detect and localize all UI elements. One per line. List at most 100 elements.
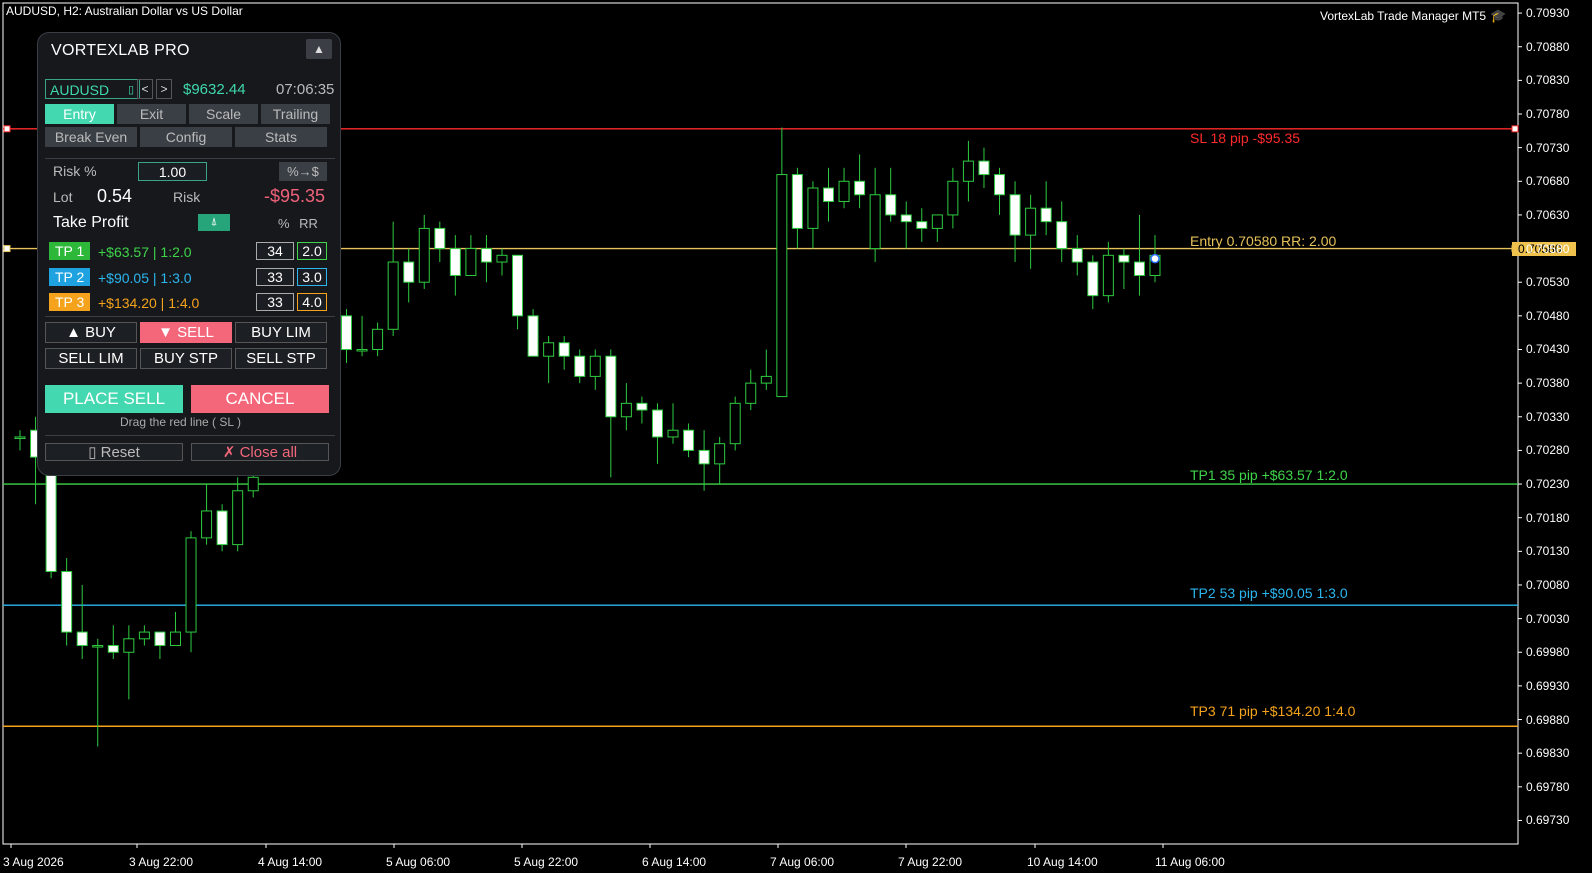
trade-panel[interactable]: VORTEXLAB PRO ▲ AUDUSD ▯ < > $9632.44 07… (37, 32, 341, 476)
candle-body (201, 510, 213, 539)
candle-body (605, 355, 617, 418)
cancel-button[interactable]: CANCEL (191, 385, 329, 413)
tp1-percent-input[interactable]: 34 (256, 242, 294, 260)
candle-body (916, 221, 928, 229)
candle-body (512, 254, 524, 317)
candle-body (1040, 207, 1052, 223)
buy-limit-button[interactable]: BUY LIM (235, 322, 327, 343)
candle-body (854, 180, 866, 196)
divider (45, 316, 335, 317)
y-tick-label: 0.70030 (1526, 611, 1570, 626)
minimize-button[interactable]: ▲ (306, 39, 332, 59)
candle-body (807, 187, 819, 229)
next-symbol-button[interactable]: > (156, 79, 172, 99)
tp3-line-label: TP3 71 pip +$134.20 1:4.0 (1190, 703, 1356, 719)
risk-percent-label: Risk % (53, 163, 97, 179)
y-tick-label: 0.70530 (1526, 275, 1570, 290)
y-tick-label: 0.70780 (1526, 107, 1570, 121)
tab-stats[interactable]: Stats (235, 127, 327, 147)
lock-icon[interactable]: ⍋ (198, 214, 230, 231)
candle-body (1056, 221, 1068, 250)
y-tick-label: 0.69930 (1526, 678, 1570, 693)
tp3-rr-input[interactable]: 4.0 (297, 293, 327, 311)
candle-body (496, 254, 508, 263)
candle-body (947, 180, 959, 216)
candle-body (185, 537, 197, 633)
y-tick-label: 0.70830 (1526, 73, 1570, 88)
y-tick-label: 0.70680 (1526, 174, 1570, 189)
tab-scale[interactable]: Scale (189, 104, 258, 124)
tab-trailing[interactable]: Trailing (261, 104, 330, 124)
y-tick-label: 0.70230 (1526, 477, 1570, 492)
place-sell-button[interactable]: PLACE SELL (45, 385, 183, 413)
tab-exit[interactable]: Exit (117, 104, 186, 124)
convert-risk-button[interactable]: %→$ (279, 162, 327, 181)
candle-body (745, 382, 757, 404)
buy-stop-button[interactable]: BUY STP (140, 348, 232, 369)
x-tick-label: 5 Aug 22:00 (514, 855, 579, 869)
y-tick-label: 0.69880 (1526, 712, 1570, 727)
candle-body (885, 194, 897, 216)
y-tick-label: 0.70630 (1526, 207, 1570, 222)
y-tick-label: 0.70730 (1526, 140, 1570, 155)
y-tick-label: 0.69730 (1526, 813, 1570, 828)
candle-body (434, 227, 446, 250)
divider (45, 158, 335, 159)
panel-title: VORTEXLAB PRO (51, 42, 190, 59)
tp2-rr-input[interactable]: 3.0 (297, 268, 327, 286)
tp1-line-label: TP1 35 pip +$63.57 1:2.0 (1190, 467, 1348, 483)
drag-hint: Drag the red line ( SL ) (120, 415, 241, 429)
candle-body (838, 180, 850, 202)
entry-line-label: Entry 0.70580 RR: 2.00 (1190, 233, 1337, 249)
candle-body (465, 248, 477, 276)
y-tick-label: 0.70180 (1526, 510, 1570, 525)
candle-body (931, 214, 943, 229)
sell-button[interactable]: ▼ SELL (140, 322, 232, 343)
candle-body (76, 631, 88, 647)
tp3-percent-input[interactable]: 33 (256, 293, 294, 311)
sell-limit-button[interactable]: SELL LIM (45, 348, 137, 369)
sl-handle-right[interactable] (1511, 125, 1519, 133)
candle-body (341, 315, 353, 350)
candle-body (589, 355, 601, 377)
tp2-percent-input[interactable]: 33 (256, 268, 294, 286)
y-tick-label: 0.69980 (1526, 645, 1570, 660)
sell-stop-button[interactable]: SELL STP (235, 348, 327, 369)
symbol-selector[interactable]: AUDUSD ▯ (45, 79, 140, 99)
buy-button[interactable]: ▲ BUY (45, 322, 137, 343)
x-tick-label: 7 Aug 22:00 (898, 855, 963, 869)
y-tick-label: 0.70280 (1526, 443, 1570, 458)
x-tick-label: 6 Aug 14:00 (642, 855, 707, 869)
y-tick-label: 0.70330 (1526, 409, 1570, 424)
candle-body (900, 214, 912, 223)
candle-body (698, 449, 710, 465)
candle-body (61, 571, 73, 633)
candle-body (356, 348, 368, 352)
candle-body (667, 429, 679, 438)
candle-body (387, 261, 399, 330)
y-tick-label: 0.70430 (1526, 342, 1570, 357)
tp1-rr-input[interactable]: 2.0 (297, 242, 327, 260)
y-tick-label: 0.70930 (1526, 6, 1570, 21)
tab-entry[interactable]: Entry (45, 104, 114, 124)
divider (45, 435, 335, 436)
tp-column-headers: % RR (278, 216, 318, 231)
x-tick-label: 4 Aug 14:00 (258, 855, 323, 869)
tab-config[interactable]: Config (140, 127, 232, 147)
candle-body (636, 402, 648, 411)
candle-body (1025, 207, 1037, 236)
prev-symbol-button[interactable]: < (137, 79, 153, 99)
candle-body (1087, 261, 1099, 297)
brand-text: VortexLab Trade Manager MT5 (1320, 9, 1487, 23)
sl-handle-left[interactable] (3, 125, 11, 133)
candle-body (978, 160, 990, 176)
tp1-badge: TP 1 (49, 242, 90, 260)
graduation-cap-icon: 🎓 (1490, 8, 1507, 23)
risk-percent-input[interactable]: 1.00 (138, 162, 207, 181)
entry-handle-left[interactable] (3, 245, 11, 253)
reset-button[interactable]: ▯ Reset (45, 443, 183, 461)
tp3-info: +$134.20 | 1:4.0 (98, 295, 200, 311)
tab-break-even[interactable]: Break Even (45, 127, 137, 147)
tp3-badge: TP 3 (49, 293, 90, 311)
close-all-button[interactable]: ✗ Close all (191, 443, 329, 461)
